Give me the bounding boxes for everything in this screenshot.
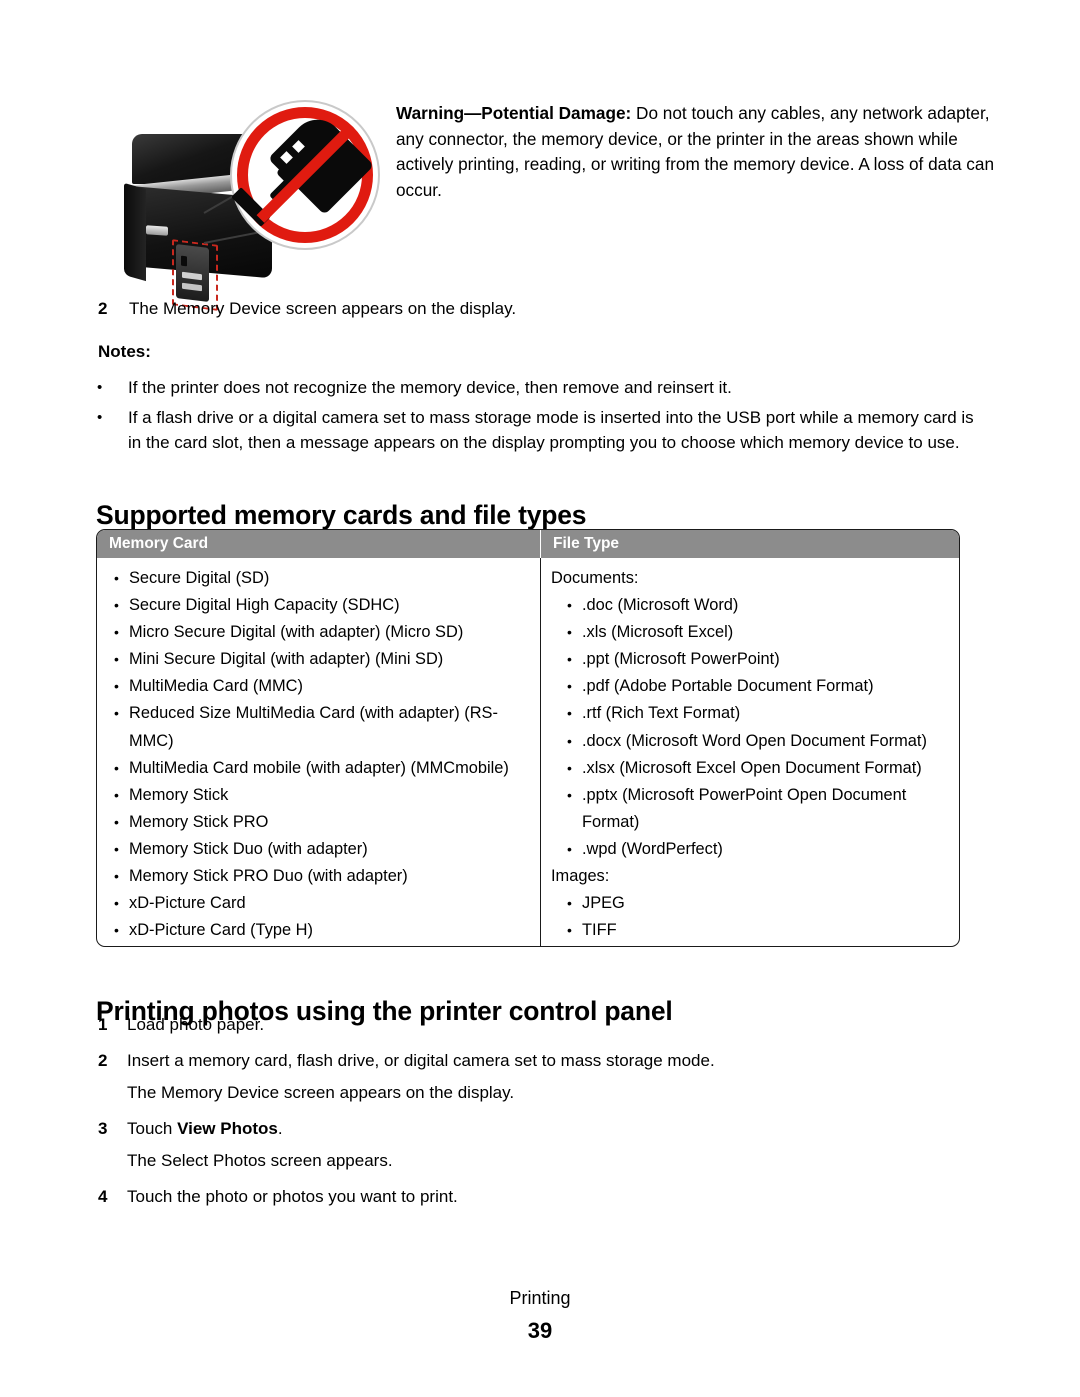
document-file-type-list-item: .doc (Microsoft Word) [541, 592, 959, 619]
table-header-memory-card: Memory Card [97, 530, 541, 558]
memory-card-list-item: Memory Stick PRO Duo (with adapter) [97, 863, 540, 890]
section-heading-supported-memory-cards: Supported memory cards and file types [96, 499, 587, 530]
file-type-group-documents-label: Documents: [551, 569, 639, 587]
memory-card-list-item: Memory Stick Duo (with adapter) [97, 836, 540, 863]
warning-paragraph: Warning—Potential Damage: Do not touch a… [396, 101, 998, 203]
document-file-type-list-item: .pdf (Adobe Portable Document Format) [541, 673, 959, 700]
memory-card-list-item: Memory Stick PRO [97, 809, 540, 836]
document-page: Warning—Potential Damage: Do not touch a… [0, 0, 1080, 1397]
bullet-icon: • [97, 409, 103, 426]
top-step-number: 2 [98, 299, 108, 318]
table-body-row: Secure Digital (SD)Secure Digital High C… [97, 558, 959, 946]
ui-control-name: View Photos [177, 1119, 278, 1138]
printing-step-item: 4 Touch the photo or photos you want to … [96, 1185, 856, 1209]
top-step-text: The Memory Device screen appears on the … [129, 299, 517, 318]
footer-chapter-name: Printing [509, 1288, 571, 1308]
printing-step-item: 1 Load photo paper. [96, 1013, 856, 1037]
step-result-text: The Select Photos screen appears. [127, 1151, 393, 1170]
image-file-type-list: JPEGTIFF [541, 890, 959, 944]
printing-step-item: 2 Insert a memory card, flash drive, or … [96, 1049, 856, 1105]
memory-card-list-item: Memory Stick [97, 782, 540, 809]
document-file-type-list-item: .wpd (WordPerfect) [541, 836, 959, 863]
memory-card-list-item: xD-Picture Card (Type H) [97, 917, 540, 944]
magnifier-callout [230, 100, 380, 250]
memory-card-list-item: xD-Picture Card [97, 890, 540, 917]
step-text: Touch the photo or photos you want to pr… [127, 1187, 458, 1206]
document-file-type-list-item: .docx (Microsoft Word Open Document Form… [541, 728, 959, 755]
step-text: Load photo paper. [127, 1015, 265, 1034]
step-text: Touch View Photos. [127, 1117, 856, 1141]
memory-card-list-item: MultiMedia Card mobile (with adapter) (M… [97, 755, 540, 782]
memory-card-list-item: Secure Digital High Capacity (SDHC) [97, 592, 540, 619]
supported-memory-cards-table: Memory Card File Type Secure Digital (SD… [96, 529, 960, 947]
footer-page-number: 39 [527, 1318, 553, 1343]
step-number: 4 [98, 1187, 108, 1206]
document-file-type-list: .doc (Microsoft Word).xls (Microsoft Exc… [541, 592, 959, 863]
bullet-icon: • [97, 379, 103, 396]
memory-card-list-item: xD-Picture Card (Type M) [97, 944, 540, 946]
printing-step-item: 3 Touch View Photos. The Select Photos s… [96, 1117, 856, 1173]
document-file-type-list-item: .xlsx (Microsoft Excel Open Document For… [541, 755, 959, 782]
document-file-type-list-item: .rtf (Rich Text Format) [541, 700, 959, 727]
document-file-type-list-item: .pptx (Microsoft PowerPoint Open Documen… [541, 782, 959, 836]
document-file-type-list-item: .ppt (Microsoft PowerPoint) [541, 646, 959, 673]
memory-card-list-item: Micro Secure Digital (with adapter) (Mic… [97, 619, 540, 646]
step-text-suffix: . [277, 1119, 283, 1138]
memory-card-list: Secure Digital (SD)Secure Digital High C… [97, 565, 540, 946]
warning-label: Warning—Potential Damage: [396, 103, 632, 123]
step-number: 1 [98, 1015, 108, 1034]
image-file-type-list-item: TIFF [541, 917, 959, 944]
printer-warning-illustration [118, 96, 383, 311]
memory-card-list-item: Secure Digital (SD) [97, 565, 540, 592]
table-header-row: Memory Card File Type [97, 530, 959, 558]
memory-card-list-item: MultiMedia Card (MMC) [97, 673, 540, 700]
top-step-item: 2 The Memory Device screen appears on th… [98, 297, 798, 321]
note-list-item: • If the printer does not recognize the … [97, 375, 897, 400]
table-cell-file-types: Documents: .doc (Microsoft Word).xls (Mi… [541, 558, 959, 946]
printer-side-panel [124, 182, 146, 282]
printing-steps-list: 1 Load photo paper. 2 Insert a memory ca… [96, 1013, 856, 1221]
image-file-type-list-item: JPEG [541, 890, 959, 917]
note-list-item: • If a flash drive or a digital camera s… [97, 405, 977, 455]
step-result-text: The Memory Device screen appears on the … [127, 1083, 515, 1102]
memory-card-list-item: Mini Secure Digital (with adapter) (Mini… [97, 646, 540, 673]
table-header-file-type: File Type [553, 535, 620, 552]
step-number: 3 [98, 1119, 108, 1138]
step-text: Insert a memory card, flash drive, or di… [127, 1051, 715, 1070]
notes-heading: Notes: [98, 342, 151, 361]
printer-indicator-light [146, 225, 168, 236]
table-cell-memory-cards: Secure Digital (SD)Secure Digital High C… [97, 558, 541, 946]
note-text: If a flash drive or a digital camera set… [128, 408, 974, 452]
note-text: If the printer does not recognize the me… [128, 378, 732, 397]
document-file-type-list-item: .xls (Microsoft Excel) [541, 619, 959, 646]
memory-card-list-item: Reduced Size MultiMedia Card (with adapt… [97, 700, 540, 754]
step-number: 2 [98, 1051, 108, 1070]
step-text-prefix: Touch [127, 1119, 178, 1138]
file-type-group-images-label: Images: [551, 867, 610, 886]
